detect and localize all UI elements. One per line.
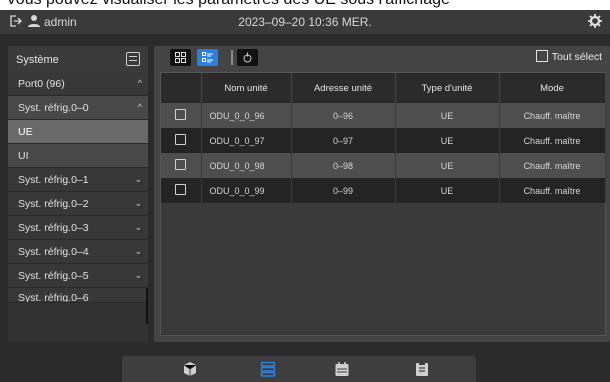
row-checkbox-cell[interactable]	[161, 178, 202, 203]
chevron-down-icon: ⌄	[134, 246, 142, 256]
tree-item-label: Syst. réfrig.0–5	[18, 270, 89, 282]
chevron-down-icon: ⌄	[134, 174, 142, 184]
tree-item-label: Port0 (96)	[18, 78, 65, 90]
cube-icon[interactable]	[182, 361, 198, 377]
tree-item-syst-0-6[interactable]: Syst. réfrig.0–6	[8, 288, 148, 303]
cell-mode: Chauff. maître	[499, 153, 606, 178]
filter-icon[interactable]	[126, 52, 140, 66]
cell-address: 0–96	[291, 103, 396, 128]
cell-mode: Chauff. maître	[499, 178, 606, 203]
caption-label: Vous pouvez visualiser les paramètres de…	[6, 0, 450, 9]
chevron-down-icon: ⌄	[134, 222, 142, 232]
header-type: Type d'unité	[395, 73, 500, 103]
tree-item-label: Syst. réfrig.0–3	[18, 222, 89, 234]
clipboard-icon[interactable]	[414, 361, 430, 377]
tree-item-label: Syst. réfrig.0–0	[18, 102, 89, 114]
tree-item-port0[interactable]: Port0 (96) ^	[8, 72, 148, 96]
tree-item-label: UI	[18, 150, 29, 162]
row-checkbox-cell[interactable]	[161, 128, 202, 153]
hand-icon	[243, 52, 252, 63]
tree-item-label: Syst. réfrig.0–2	[18, 198, 89, 210]
tree-item-syst-0-3[interactable]: Syst. réfrig.0–3 ⌄	[8, 216, 148, 240]
calendar-icon[interactable]	[334, 361, 350, 377]
header-checkbox-col	[161, 73, 202, 103]
tree-item-ui[interactable]: UI	[8, 144, 148, 168]
list-icon[interactable]	[260, 361, 276, 377]
header-address: Adresse unité	[291, 73, 396, 103]
view-toolbar: Tout sélect	[154, 46, 610, 70]
tree-item-label: Syst. réfrig.0–4	[18, 246, 89, 258]
cell-name: ODU_0_0_97	[201, 128, 292, 153]
tree-item-label: Syst. réfrig.0–6	[18, 292, 89, 303]
tree-item-syst-0-2[interactable]: Syst. réfrig.0–2 ⌄	[8, 192, 148, 216]
header-name: Nom unité	[201, 73, 292, 103]
cell-mode: Chauff. maître	[499, 128, 606, 153]
list-view-button[interactable]	[197, 49, 218, 66]
table-row[interactable]: ODU_0_0_97 0–97 UE Chauff. maître	[161, 128, 606, 153]
grid-view-button[interactable]	[170, 49, 191, 66]
app-window: admin 2023–09–20 10:36 MER. Système Port…	[0, 10, 610, 382]
unit-table: Nom unité Adresse unité Type d'unité Mod…	[161, 73, 606, 203]
sidebar-title: Système	[16, 54, 59, 66]
tree-item-syst-0-1[interactable]: Syst. réfrig.0–1 ⌄	[8, 168, 148, 192]
row-checkbox[interactable]	[175, 109, 187, 120]
unit-panel: Tout sélect Nom unité Adresse unité Type…	[154, 46, 610, 342]
select-all-checkbox[interactable]	[535, 50, 548, 62]
control-button[interactable]	[237, 49, 258, 66]
table-header-row: Nom unité Adresse unité Type d'unité Mod…	[161, 73, 606, 103]
cell-address: 0–99	[291, 178, 396, 203]
row-checkbox[interactable]	[175, 134, 187, 145]
cell-name: ODU_0_0_99	[201, 178, 292, 203]
grid-view-icon	[175, 52, 186, 63]
cell-name: ODU_0_0_98	[201, 153, 292, 178]
table-row[interactable]: ODU_0_0_98 0–98 UE Chauff. maître	[161, 153, 606, 178]
bottom-nav	[122, 356, 476, 382]
unit-table-container: Nom unité Adresse unité Type d'unité Mod…	[160, 72, 606, 336]
tree-item-label: Syst. réfrig.0–1	[18, 174, 89, 186]
system-tree-sidebar: Système Port0 (96) ^ Syst. réfrig.0–0 ^ UE…	[8, 46, 148, 342]
tree-item-syst-0-5[interactable]: Syst. réfrig.0–5 ⌄	[8, 264, 148, 288]
row-checkbox-cell[interactable]	[161, 103, 202, 128]
table-row[interactable]: ODU_0_0_99 0–99 UE Chauff. maître	[161, 178, 606, 203]
datetime-label: 2023–09–20 10:36 MER.	[238, 15, 372, 29]
row-checkbox[interactable]	[175, 184, 187, 195]
settings-icon[interactable]	[588, 14, 602, 28]
header-mode: Mode	[499, 73, 606, 103]
cell-type: UE	[395, 178, 500, 203]
chevron-down-icon: ⌄	[134, 270, 142, 280]
cell-mode: Chauff. maître	[499, 103, 606, 128]
toolbar-separator	[231, 50, 233, 65]
tree-item-ue[interactable]: UE	[8, 120, 148, 144]
sidebar-header: Système	[8, 46, 148, 72]
row-checkbox[interactable]	[175, 159, 187, 170]
chevron-up-icon: ^	[137, 78, 142, 88]
cell-name: ODU_0_0_96	[201, 103, 292, 128]
cell-address: 0–97	[291, 128, 396, 153]
sidebar-scrollbar[interactable]	[146, 288, 148, 324]
select-all-label: Tout sélect	[551, 51, 602, 63]
table-row[interactable]: ODU_0_0_96 0–96 UE Chauff. maître	[161, 103, 606, 128]
cell-type: UE	[395, 153, 500, 178]
row-checkbox-cell[interactable]	[161, 153, 202, 178]
cell-address: 0–98	[291, 153, 396, 178]
top-bar: admin 2023–09–20 10:36 MER.	[0, 10, 610, 34]
list-view-icon	[202, 52, 213, 63]
cell-type: UE	[395, 128, 500, 153]
cell-type: UE	[395, 103, 500, 128]
tree-item-label: UE	[18, 126, 33, 138]
chevron-down-icon: ⌄	[134, 198, 142, 208]
select-all-toggle[interactable]: Tout sélect	[535, 50, 602, 63]
chevron-up-icon: ^	[137, 102, 142, 112]
tree-item-syst-0-0[interactable]: Syst. réfrig.0–0 ^	[8, 96, 148, 120]
tree-item-syst-0-4[interactable]: Syst. réfrig.0–4 ⌄	[8, 240, 148, 264]
